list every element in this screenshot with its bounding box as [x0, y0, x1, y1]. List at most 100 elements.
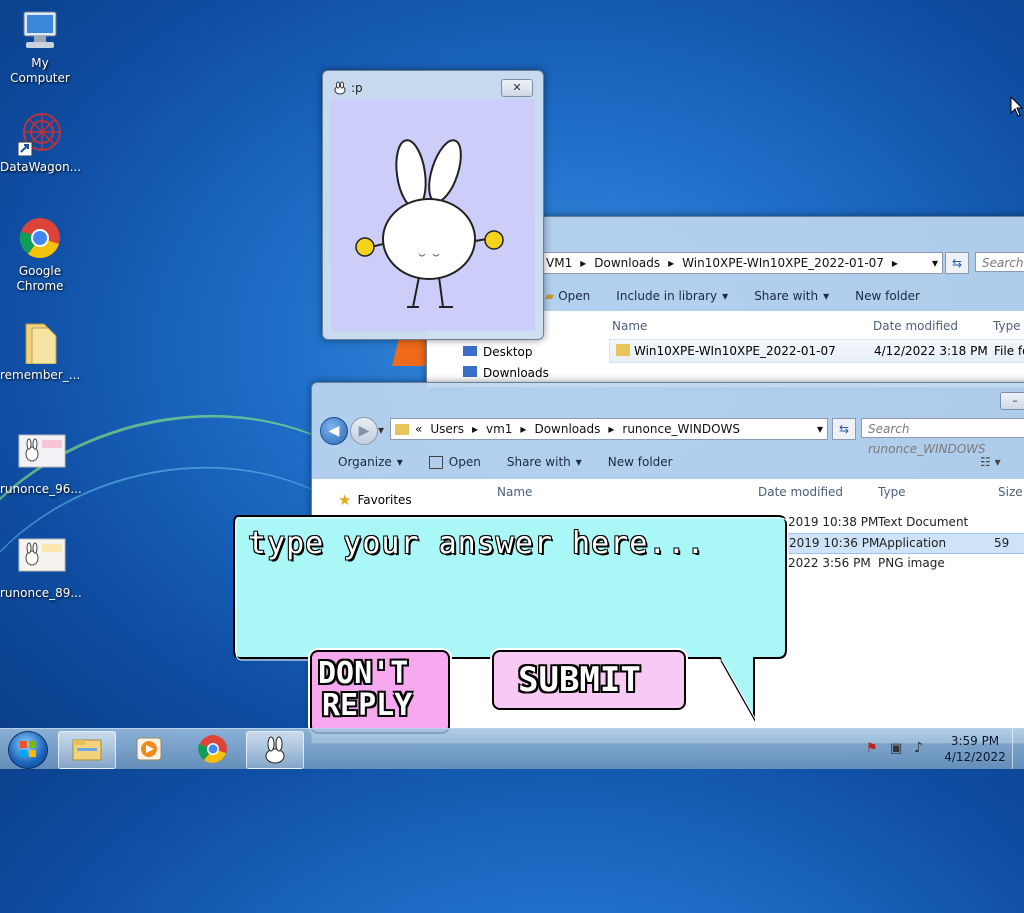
column-header-size[interactable]: Size — [998, 485, 1023, 499]
open-button[interactable]: Open — [428, 455, 481, 469]
taskbar-bunny-app[interactable] — [246, 731, 304, 769]
open-button[interactable]: ▰ Open — [545, 289, 590, 303]
file-row[interactable]: 2019 10:38 PM Text Document — [788, 513, 1024, 533]
refresh-icon[interactable]: ⇆ — [832, 418, 856, 440]
forward-button[interactable]: ▶ — [350, 417, 378, 445]
column-header-name[interactable]: Name — [612, 319, 647, 333]
include-in-library-button[interactable]: Include in library ▾ — [616, 289, 728, 303]
close-button[interactable]: ✕ — [501, 79, 533, 97]
window-title: :p — [351, 81, 363, 95]
folder-open-icon: ▰ — [545, 289, 555, 303]
view-options-icon[interactable]: ☷ ▾ — [980, 455, 1001, 469]
taskbar-media-player[interactable] — [122, 731, 178, 767]
folder-icon — [616, 344, 630, 356]
nav-item-desktop[interactable]: Desktop — [463, 345, 533, 359]
address-bar[interactable]: VM1 ▸ Downloads ▸ Win10XPE-WIn10XPE_2022-0… — [541, 252, 943, 274]
chrome-icon — [18, 216, 62, 260]
file-row[interactable]: 2022 3:56 PM PNG image — [788, 554, 1024, 574]
address-dropdown-icon[interactable]: ▾ — [932, 256, 938, 270]
submit-button[interactable]: SUBMIT — [492, 650, 686, 710]
explorer-toolbar: ▰ Open Include in library ▾ Share with ▾ Ne… — [545, 289, 946, 303]
folder-icon — [18, 320, 62, 365]
file-row-selected[interactable]: 2019 10:36 PM Application 59 — [788, 533, 1024, 554]
breadcrumb-downloads[interactable]: Downloads — [534, 422, 600, 436]
wallpaper-logo-fragment — [392, 336, 430, 366]
breadcrumb-folder[interactable]: Win10XPE-WIn10XPE_2022-01-07 — [682, 256, 884, 270]
media-player-icon — [136, 737, 162, 761]
organize-button[interactable]: Organize ▾ — [338, 455, 403, 469]
taskbar: ⚑ ▣ ♪ 3:59 PM 4/12/2022 — [0, 728, 1024, 769]
address-dropdown-icon[interactable]: ▾ — [817, 422, 823, 436]
dont-reply-button[interactable]: DON'T REPLY — [310, 650, 450, 734]
desktop-icon — [463, 346, 477, 356]
breadcrumb-vm1[interactable]: vm1 — [486, 422, 512, 436]
share-with-button[interactable]: Share with ▾ — [754, 289, 829, 303]
taskbar-explorer[interactable] — [58, 731, 116, 769]
breadcrumb-separator: ▸ — [891, 256, 898, 270]
search-input[interactable]: Search D — [975, 252, 1024, 272]
share-with-button[interactable]: Share with ▾ — [507, 455, 582, 469]
new-folder-button[interactable]: New folder — [855, 289, 920, 303]
answer-input[interactable]: type your answer here... — [248, 526, 705, 561]
windows-logo-icon — [20, 741, 36, 757]
desktop-icon-label: runonce_89... — [0, 586, 82, 600]
explorer-folder-icon — [72, 739, 102, 761]
desktop-icon-runonce-89[interactable]: runonce_89... — [0, 538, 82, 601]
desktop-icon-label: runonce_96... — [0, 482, 82, 496]
refresh-icon[interactable]: ⇆ — [945, 252, 969, 274]
column-header-type[interactable]: Type — [993, 319, 1021, 333]
taskbar-chrome[interactable] — [186, 731, 242, 767]
datawagon-icon — [17, 112, 62, 157]
desktop-icon-my-computer[interactable]: My Computer — [0, 8, 80, 86]
computer-icon — [18, 8, 62, 52]
desktop-icon-runonce-96[interactable]: runonce_96... — [0, 434, 82, 497]
desktop-icon-google-chrome[interactable]: Google Chrome — [0, 216, 80, 294]
breadcrumb-separator: ▸ — [608, 422, 615, 436]
file-name: Win10XPE-WIn10XPE_2022-01-07 — [634, 344, 836, 358]
nav-item-favorites[interactable]: ★ Favorites — [338, 491, 412, 509]
back-button[interactable]: ◀ — [320, 417, 348, 445]
start-button[interactable] — [8, 731, 48, 769]
file-date: 2019 10:36 PM — [789, 536, 880, 550]
desktop-icon-label: My Computer — [10, 56, 70, 85]
breadcrumb-users[interactable]: Users — [430, 422, 464, 436]
clock-date: 4/12/2022 — [944, 750, 1006, 764]
column-header-date[interactable]: Date modified — [873, 319, 958, 333]
chevron-down-icon: ▾ — [823, 289, 830, 303]
breadcrumb-vm1[interactable]: VM1 — [546, 256, 572, 270]
file-row[interactable]: Win10XPE-WIn10XPE_2022-01-07 4/12/2022 3… — [609, 339, 1024, 363]
address-bar[interactable]: « Users ▸ vm1 ▸ Downloads ▸ runonce_WINDOWS… — [390, 418, 828, 440]
folder-icon — [395, 423, 409, 435]
breadcrumb-runonce[interactable]: runonce_WINDOWS — [622, 422, 740, 436]
chevron-down-icon: ▾ — [396, 455, 403, 469]
column-header-type[interactable]: Type — [878, 485, 906, 499]
breadcrumb-overflow[interactable]: « — [415, 422, 422, 436]
breadcrumb-separator: ▸ — [520, 422, 527, 436]
desktop-icon-label: remember_... — [0, 368, 81, 382]
minimize-button[interactable]: – — [1000, 392, 1024, 410]
column-header-date[interactable]: Date modified — [758, 485, 843, 499]
action-center-flag-icon[interactable]: ⚑ — [866, 741, 878, 756]
volume-icon[interactable]: ♪ — [914, 740, 923, 756]
bunny-icon — [265, 736, 285, 764]
network-icon[interactable]: ▣ — [890, 741, 902, 756]
desktop-icon-datawagon[interactable]: DataWagon... — [0, 112, 81, 175]
desktop-icon-label: Google Chrome — [16, 264, 64, 293]
bunny-character — [355, 139, 504, 308]
application-icon — [428, 455, 443, 469]
file-size: 59 — [994, 536, 1010, 550]
desktop-icon-remember-folder[interactable]: remember_... — [0, 320, 80, 383]
bunny-small-icon — [333, 81, 347, 98]
new-folder-button[interactable]: New folder — [608, 455, 673, 469]
chrome-icon — [198, 735, 227, 763]
clock[interactable]: 3:59 PM 4/12/2022 — [944, 733, 1006, 765]
history-dropdown-icon[interactable]: ▾ — [378, 423, 384, 437]
search-input[interactable]: Search runonce_WINDOWS — [861, 418, 1024, 456]
breadcrumb-downloads[interactable]: Downloads — [594, 256, 660, 270]
chevron-down-icon: ▾ — [722, 289, 729, 303]
nav-item-downloads[interactable]: Downloads — [463, 366, 549, 380]
image-file-icon — [18, 434, 66, 478]
mouse-cursor — [1010, 96, 1024, 117]
column-header-name[interactable]: Name — [497, 485, 532, 499]
show-desktop-button[interactable] — [1012, 729, 1024, 769]
